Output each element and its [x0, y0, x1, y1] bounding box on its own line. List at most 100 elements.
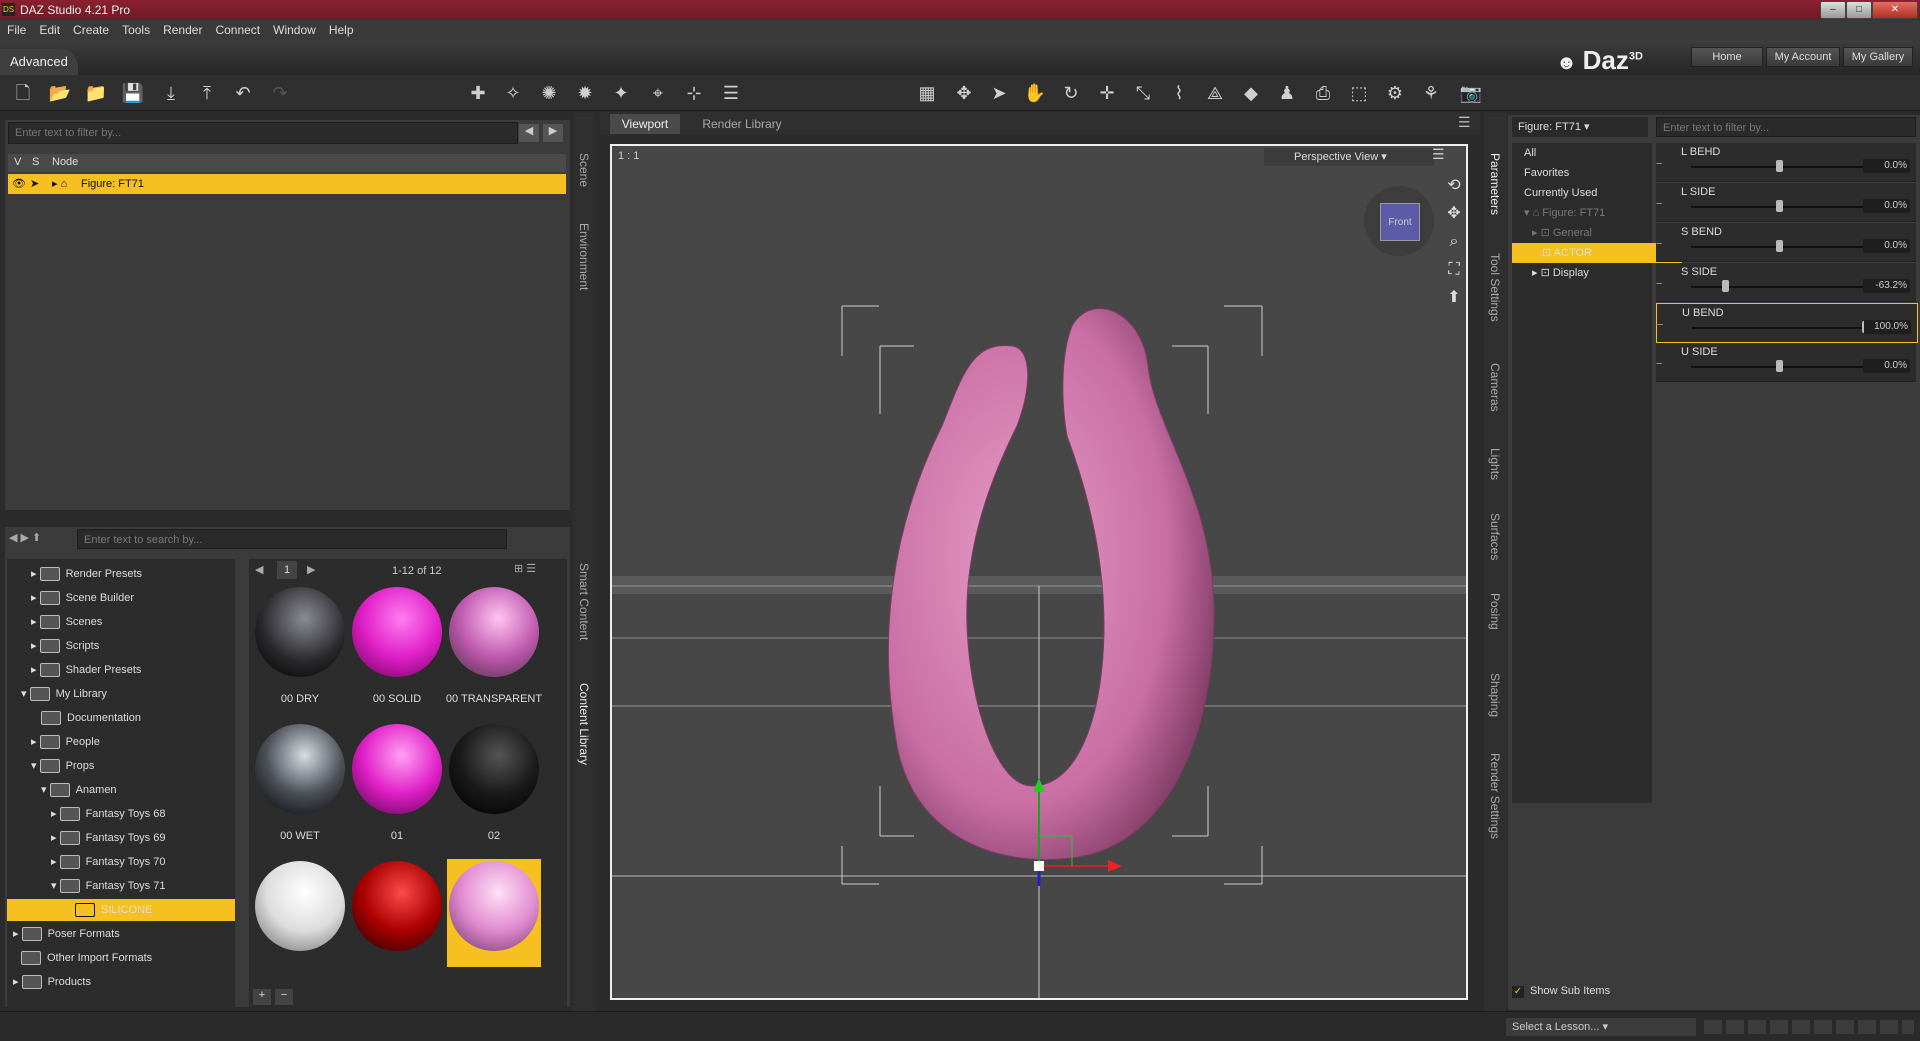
- translate-icon[interactable]: ✛: [1094, 81, 1120, 105]
- universal-tool-icon[interactable]: ✥: [951, 81, 977, 105]
- maximize-button[interactable]: □: [1846, 1, 1872, 19]
- align-icon[interactable]: ☰: [718, 81, 744, 105]
- group-currently-used[interactable]: Currently Used: [1512, 183, 1664, 203]
- home-button[interactable]: Home: [1691, 47, 1763, 67]
- slider-knob[interactable]: [1776, 200, 1783, 212]
- tree-item-fantasy-toys-71[interactable]: ▾ Fantasy Toys 71: [51, 875, 165, 897]
- node-selection-icon[interactable]: ➤: [986, 81, 1012, 105]
- tab-posing[interactable]: Posing: [1488, 593, 1502, 630]
- scale-icon[interactable]: ⤡: [1130, 81, 1156, 105]
- tree-item-render-presets[interactable]: ▸ Render Presets: [31, 563, 142, 585]
- point-light-icon[interactable]: ✹: [572, 81, 598, 105]
- tab-shaping[interactable]: Shaping: [1488, 673, 1502, 717]
- tab-render-settings[interactable]: Render Settings: [1488, 753, 1502, 839]
- tree-item-products[interactable]: ▸ Products: [13, 971, 91, 993]
- scene-prev-icon[interactable]: ◀: [519, 124, 539, 142]
- redo-icon[interactable]: ↷: [267, 81, 293, 105]
- active-pose-icon[interactable]: ✋: [1022, 81, 1048, 105]
- page-next-icon[interactable]: ▶: [307, 563, 321, 576]
- tree-item-silicone[interactable]: SILICONE: [7, 899, 235, 921]
- spotlight-icon[interactable]: ✧: [500, 81, 526, 105]
- viewport[interactable]: 1 : 1 Perspective View ▾ ☰ Front ⟲ ✥ ⌕ ⛶ ⬆: [610, 144, 1468, 1000]
- camera-tool-icon[interactable]: ⎙: [1310, 81, 1336, 105]
- param-filter-input[interactable]: Enter text to filter by...: [1656, 117, 1916, 137]
- thumb-white[interactable]: [255, 861, 345, 951]
- layout-tab-advanced[interactable]: Advanced: [0, 49, 78, 75]
- add-button[interactable]: +: [253, 989, 271, 1005]
- tree-item-fantasy-toys-68[interactable]: ▸ Fantasy Toys 68: [51, 803, 165, 825]
- tab-viewport[interactable]: Viewport: [610, 114, 680, 134]
- param-l-behd[interactable]: L BEHD−+0.0%: [1656, 143, 1916, 182]
- view-mode-icon[interactable]: ⊞ ☰: [514, 562, 554, 575]
- tree-item-scenes[interactable]: ▸ Scenes: [31, 611, 102, 633]
- tab-tool-settings[interactable]: Tool Settings: [1488, 253, 1502, 322]
- figure-dropdown[interactable]: Figure: FT71 ▾: [1512, 117, 1648, 137]
- menu-edit[interactable]: Edit: [32, 20, 66, 37]
- thumb-00-transparent[interactable]: [449, 587, 539, 677]
- camera-create-icon[interactable]: ⌖: [645, 81, 671, 105]
- param-u-bend[interactable]: U BEND−+100.0%: [1656, 303, 1918, 343]
- tree-item-documentation[interactable]: Documentation: [41, 707, 141, 729]
- tree-item-anamen[interactable]: ▾ Anamen: [41, 779, 117, 801]
- thumb-01[interactable]: [352, 724, 442, 814]
- tree-item-people[interactable]: ▸ People: [31, 731, 100, 753]
- tab-content-library[interactable]: Content Library: [577, 683, 591, 765]
- import-icon[interactable]: ⤓: [158, 81, 184, 105]
- tab-lights[interactable]: Lights: [1488, 448, 1502, 480]
- tab-scene[interactable]: Scene: [577, 153, 591, 187]
- menu-render[interactable]: Render: [156, 20, 208, 37]
- export-icon[interactable]: ⤒: [194, 81, 220, 105]
- tab-environment[interactable]: Environment: [577, 223, 591, 290]
- group-general[interactable]: ▸ ⊡ General: [1512, 223, 1672, 243]
- eye-icon[interactable]: 👁: [12, 174, 26, 194]
- group-favorites[interactable]: Favorites: [1512, 163, 1664, 183]
- scene-next-icon[interactable]: ▶: [543, 124, 563, 142]
- distant-light-icon[interactable]: ✺: [536, 81, 562, 105]
- select-icon[interactable]: ➤: [30, 174, 39, 194]
- tree-item-scripts[interactable]: ▸ Scripts: [31, 635, 99, 657]
- rotate-icon[interactable]: ↻: [1058, 81, 1084, 105]
- save-icon[interactable]: 💾: [120, 81, 146, 105]
- iray-render-icon[interactable]: ⚘: [1418, 81, 1444, 105]
- tab-render-library[interactable]: Render Library: [692, 114, 792, 134]
- tab-surfaces[interactable]: Surfaces: [1488, 513, 1502, 560]
- create-figure-icon[interactable]: ✚: [465, 81, 491, 105]
- new-icon[interactable]: 🗋: [10, 81, 36, 105]
- render-icon[interactable]: 📷: [1458, 81, 1484, 105]
- thumb-00-solid[interactable]: [352, 587, 442, 677]
- remove-button[interactable]: −: [275, 989, 293, 1005]
- my-account-button[interactable]: My Account: [1766, 47, 1840, 67]
- page-number[interactable]: 1: [277, 561, 297, 579]
- group-all[interactable]: All: [1512, 143, 1664, 163]
- menu-create[interactable]: Create: [66, 20, 115, 37]
- open-icon[interactable]: 📂: [47, 81, 73, 105]
- thumb-00-wet[interactable]: [255, 724, 345, 814]
- menu-file[interactable]: File: [0, 20, 32, 37]
- group-display[interactable]: ▸ ⊡ Display: [1512, 263, 1672, 283]
- null-icon[interactable]: ⊹: [681, 81, 707, 105]
- tab-cameras[interactable]: Cameras: [1488, 363, 1502, 412]
- undo-icon[interactable]: ↶: [230, 81, 256, 105]
- scene-filter-input[interactable]: Enter text to filter by...: [8, 122, 518, 144]
- param-s-side[interactable]: S SIDE−+-63.2%: [1656, 263, 1916, 302]
- thumb-02[interactable]: [449, 724, 539, 814]
- slider-knob[interactable]: [1776, 360, 1783, 372]
- content-search-input[interactable]: Enter text to search by...: [77, 529, 507, 549]
- linear-light-icon[interactable]: ✦: [608, 81, 634, 105]
- geometry-editor-icon[interactable]: ⟁: [1202, 81, 1228, 105]
- tab-parameters[interactable]: Parameters: [1488, 153, 1502, 215]
- tree-item-other-import-formats[interactable]: Other Import Formats: [21, 947, 152, 969]
- viewport-menu-icon[interactable]: ☰: [1458, 114, 1471, 131]
- my-gallery-button[interactable]: My Gallery: [1843, 47, 1913, 67]
- menu-window[interactable]: Window: [266, 20, 322, 37]
- thumb-selected-pink[interactable]: [447, 859, 541, 967]
- param-s-bend[interactable]: S BEND−+0.0%: [1656, 223, 1916, 262]
- tree-item-scene-builder[interactable]: ▸ Scene Builder: [31, 587, 134, 609]
- tree-item-fantasy-toys-69[interactable]: ▸ Fantasy Toys 69: [51, 827, 165, 849]
- slider-knob[interactable]: [1721, 280, 1729, 292]
- joint-editor-icon[interactable]: ⌇: [1166, 81, 1192, 105]
- spot-render-icon[interactable]: ⬚: [1346, 81, 1372, 105]
- menu-tools[interactable]: Tools: [115, 20, 156, 37]
- tree-item-my-library[interactable]: ▾ My Library: [21, 683, 107, 705]
- param-u-side[interactable]: U SIDE−+0.0%: [1656, 343, 1916, 382]
